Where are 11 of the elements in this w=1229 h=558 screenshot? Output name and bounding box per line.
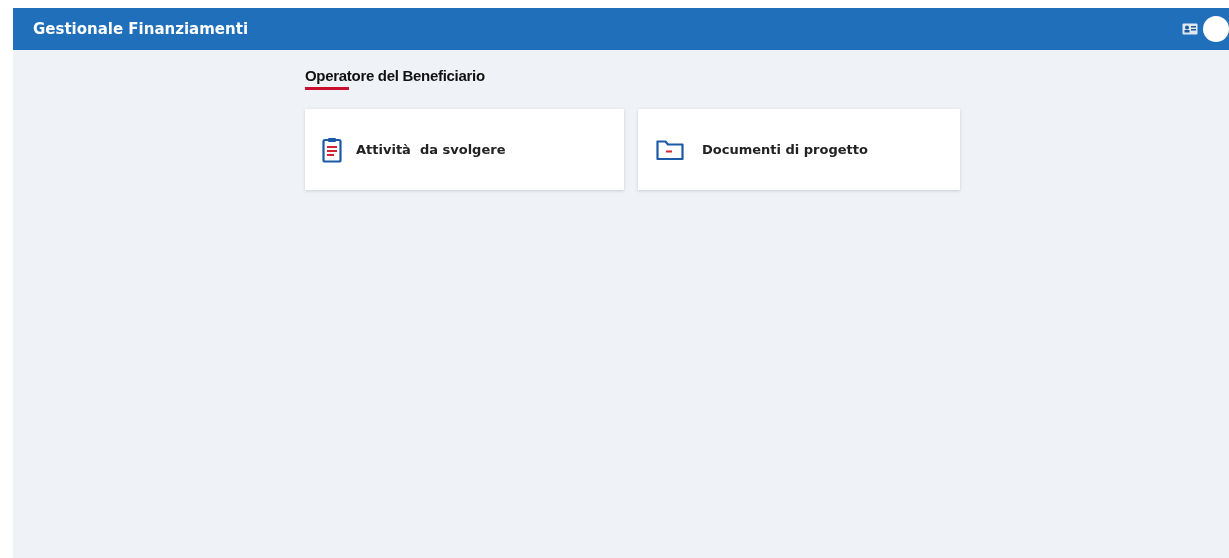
clipboard-icon <box>322 136 342 163</box>
menu-card[interactable]: Documenti di progetto <box>638 109 960 190</box>
avatar[interactable] <box>1203 16 1229 42</box>
folder-icon <box>656 138 684 161</box>
title-underline <box>305 87 349 90</box>
app-title: Gestionale Finanziamenti <box>33 20 249 38</box>
id-card-icon[interactable] <box>1182 23 1198 35</box>
card-label: Attività da svolgere <box>356 142 506 157</box>
card-label: Documenti di progetto <box>702 142 868 157</box>
menu-card[interactable]: Attività da svolgere <box>305 109 624 190</box>
section-title: Operatore del Beneficiario <box>305 67 486 84</box>
